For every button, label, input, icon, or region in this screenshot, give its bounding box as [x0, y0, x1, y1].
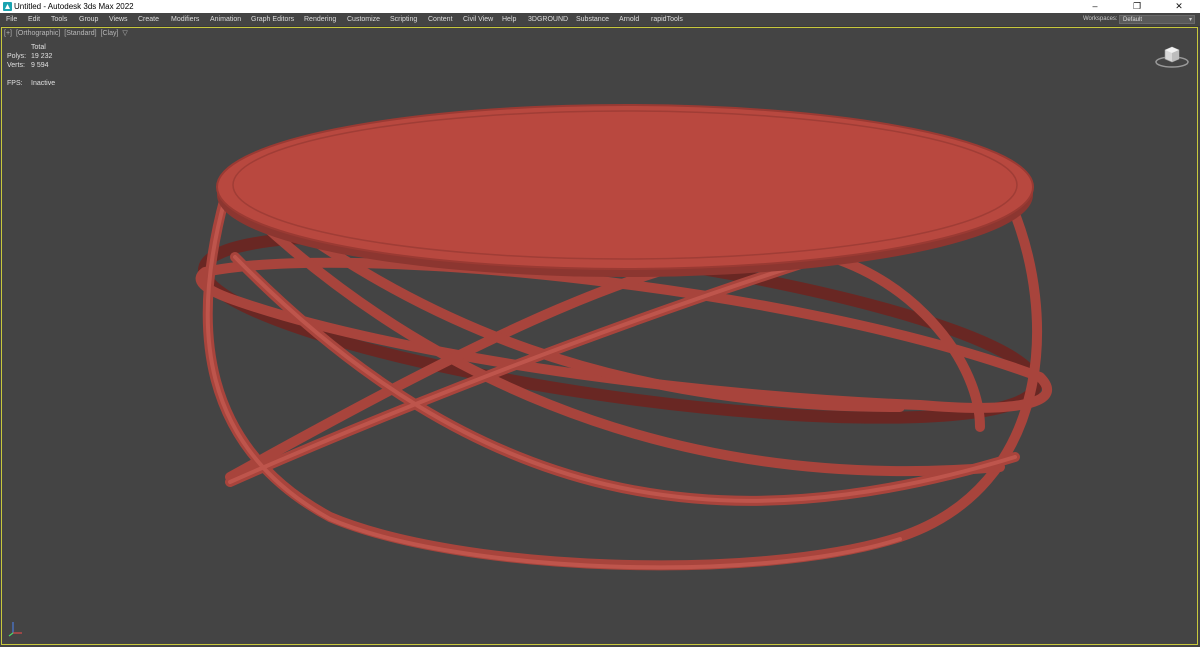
menu-scripting[interactable]: Scripting [390, 13, 417, 26]
menu-graph-editors[interactable]: Graph Editors [251, 13, 294, 26]
fps-label: FPS: [7, 80, 23, 87]
verts-value: 9 594 [31, 62, 49, 69]
viewcube-icon[interactable] [1154, 44, 1190, 70]
menu-modifiers[interactable]: Modifiers [171, 13, 199, 26]
axis-tripod-icon [8, 622, 22, 637]
stats-header: Total [31, 44, 46, 51]
menu-3dground[interactable]: 3DGROUND [528, 13, 568, 26]
title-bar: Untitled - Autodesk 3ds Max 2022 – ❐ ✕ [0, 0, 1200, 13]
menu-tools[interactable]: Tools [51, 13, 67, 26]
funnel-icon[interactable]: ▽ [122, 30, 127, 37]
app-window: Untitled - Autodesk 3ds Max 2022 – ❐ ✕ F… [0, 0, 1200, 647]
menu-civil-view[interactable]: Civil View [463, 13, 493, 26]
workspaces-dropdown[interactable]: Default ▾ [1119, 15, 1195, 24]
app-logo-icon [3, 2, 12, 11]
maximize-button[interactable]: ❐ [1116, 0, 1158, 13]
viewport-perspective[interactable]: [+] [Orthographic] [Standard] [Clay] ▽ T… [0, 27, 1200, 647]
viewport-shading-standard[interactable]: [Standard] [64, 30, 96, 37]
viewport-label[interactable]: [+] [Orthographic] [Standard] [Clay] ▽ [4, 29, 130, 37]
scene-canvas[interactable] [0, 27, 1200, 647]
workspaces-value: Default [1123, 17, 1143, 23]
minimize-button[interactable]: – [1074, 0, 1116, 13]
viewport-view-type[interactable]: [Orthographic] [16, 30, 60, 37]
polys-value: 19 232 [31, 53, 53, 60]
menu-substance[interactable]: Substance [576, 13, 609, 26]
menu-animation[interactable]: Animation [210, 13, 241, 26]
viewport-shading-clay[interactable]: [Clay] [101, 30, 119, 37]
fps-value: Inactive [31, 80, 56, 87]
viewport-menu-plus[interactable]: [+] [4, 30, 12, 37]
menu-content[interactable]: Content [428, 13, 453, 26]
menu-rendering[interactable]: Rendering [304, 13, 336, 26]
verts-label: Verts: [7, 62, 25, 69]
polys-label: Polys: [7, 53, 27, 60]
table-top [216, 104, 1034, 277]
menu-create[interactable]: Create [138, 13, 159, 26]
chevron-down-icon: ▾ [1188, 17, 1192, 23]
menu-customize[interactable]: Customize [347, 13, 380, 26]
window-title: Untitled - Autodesk 3ds Max 2022 [14, 2, 134, 11]
menu-arnold[interactable]: Arnold [619, 13, 639, 26]
workspaces-label: Workspaces: [1083, 16, 1118, 22]
menu-group[interactable]: Group [79, 13, 98, 26]
menu-help[interactable]: Help [502, 13, 516, 26]
menu-bar: File Edit Tools Group Views Create Modif… [0, 13, 1200, 27]
menu-edit[interactable]: Edit [28, 13, 40, 26]
menu-file[interactable]: File [6, 13, 17, 26]
close-button[interactable]: ✕ [1158, 0, 1200, 13]
menu-views[interactable]: Views [109, 13, 128, 26]
menu-rapidtools[interactable]: rapidTools [651, 13, 683, 26]
